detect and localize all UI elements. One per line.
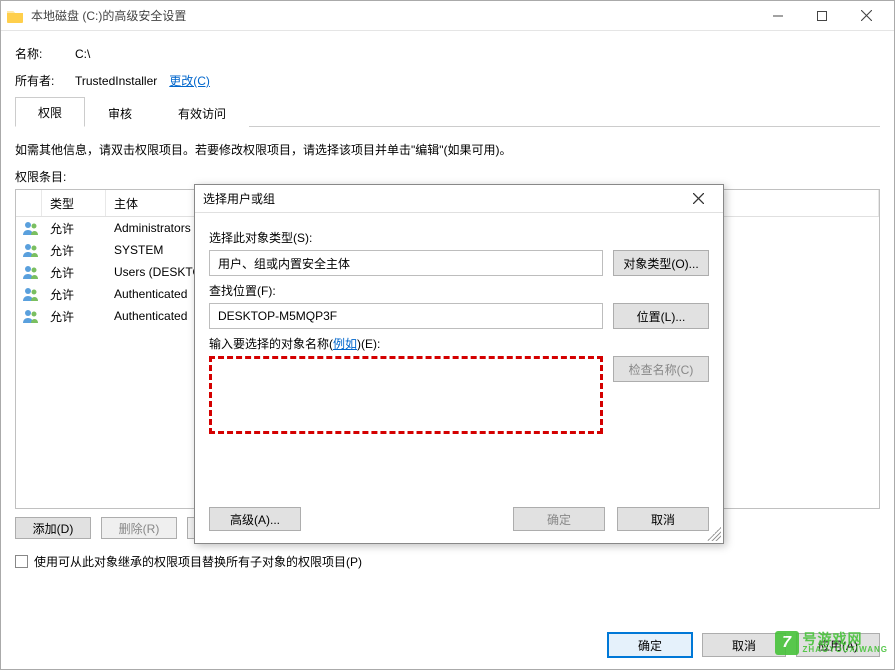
object-type-label: 选择此对象类型(S): [209,229,709,246]
dialog-cancel-button[interactable]: 取消 [617,507,709,531]
owner-label: 所有者: [15,72,75,89]
maximize-button[interactable] [800,2,844,30]
remove-button[interactable]: 删除(R) [101,517,177,539]
titlebar: 本地磁盘 (C:)的高级安全设置 [1,1,894,31]
tab-auditing[interactable]: 审核 [85,98,155,127]
col-type[interactable]: 类型 [42,190,106,216]
users-icon [16,243,42,257]
add-button[interactable]: 添加(D) [15,517,91,539]
object-type-field[interactable] [209,250,603,276]
owner-change-link[interactable]: 更改(C) [169,72,210,89]
owner-value: TrustedInstaller [75,74,157,88]
tab-permissions[interactable]: 权限 [15,97,85,127]
watermark: 7 号游戏网 ZHAOYOUXIWANG [775,631,888,655]
advanced-security-window: 本地磁盘 (C:)的高级安全设置 名称: C:\ 所有者: TrustedIns… [0,0,895,670]
description-text: 如需其他信息，请双击权限项目。若要修改权限项目，请选择该项目并单击"编辑"(如果… [15,141,880,160]
cancel-button[interactable]: 取消 [702,633,786,657]
name-label: 名称: [15,45,75,62]
name-value: C:\ [75,47,90,61]
replace-inherit-label: 使用可从此对象继承的权限项目替换所有子对象的权限项目(P) [34,553,362,570]
folder-icon [7,9,23,23]
check-names-button[interactable]: 检查名称(C) [613,356,709,382]
replace-inherit-checkbox[interactable] [15,555,28,568]
list-label: 权限条目: [15,168,880,185]
select-user-group-dialog: 选择用户或组 选择此对象类型(S): 对象类型(O)... 查找位置(F): 位… [194,184,724,544]
tabs: 权限 审核 有效访问 [15,99,880,127]
object-types-button[interactable]: 对象类型(O)... [613,250,709,276]
example-link[interactable]: 例如 [333,337,357,351]
object-name-label: 输入要选择的对象名称(例如)(E): [209,335,709,352]
resize-grip-icon[interactable] [707,527,721,541]
location-label: 查找位置(F): [209,282,709,299]
dialog-title: 选择用户或组 [203,190,681,207]
window-title: 本地磁盘 (C:)的高级安全设置 [31,7,186,24]
object-name-input[interactable] [209,356,603,434]
location-field[interactable] [209,303,603,329]
users-icon [16,309,42,323]
locations-button[interactable]: 位置(L)... [613,303,709,329]
dialog-ok-button[interactable]: 确定 [513,507,605,531]
dialog-titlebar: 选择用户或组 [195,185,723,213]
users-icon [16,221,42,235]
users-icon [16,265,42,279]
dialog-close-button[interactable] [681,187,715,211]
ok-button[interactable]: 确定 [608,633,692,657]
users-icon [16,287,42,301]
tab-effective-access[interactable]: 有效访问 [155,98,249,127]
minimize-button[interactable] [756,2,800,30]
close-button[interactable] [844,2,888,30]
advanced-button[interactable]: 高级(A)... [209,507,301,531]
